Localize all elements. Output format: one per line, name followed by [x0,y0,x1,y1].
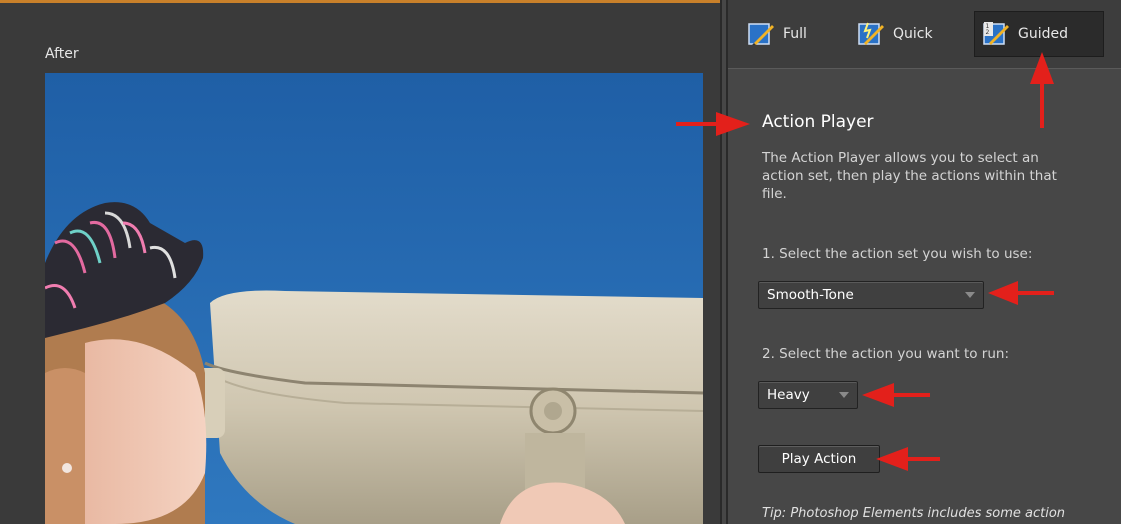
svg-text:2: 2 [986,29,990,36]
step2-label: 2. Select the action you want to run: [762,346,1010,362]
tab-full-label: Full [783,26,807,42]
tab-full[interactable]: Full [740,11,830,57]
action-value: Heavy [767,387,810,403]
action-set-value: Smooth-Tone [767,287,854,303]
chevron-down-icon [839,392,849,398]
play-action-button[interactable]: Play Action [758,445,880,473]
tab-guided-label: Guided [1018,26,1068,42]
full-edit-icon [748,21,774,47]
panel-description: The Action Player allows you to select a… [762,150,1057,202]
tab-guided[interactable]: 12 Guided [974,11,1104,57]
binocular-viewer [210,290,703,524]
tab-quick-label: Quick [893,26,933,42]
panel-title: Action Player [762,112,874,132]
step1-label: 1. Select the action set you wish to use… [762,246,1033,262]
panel-divider[interactable] [720,0,728,524]
guided-edit-icon: 12 [983,21,1009,47]
right-panel: Full Quick 12 Guided Action Player The A… [728,0,1121,524]
action-dropdown[interactable]: Heavy [758,381,858,409]
action-set-dropdown[interactable]: Smooth-Tone [758,281,984,309]
chevron-down-icon [965,292,975,298]
quick-edit-icon [858,21,884,47]
tab-quick[interactable]: Quick [850,11,950,57]
view-label-after: After [45,46,79,62]
edit-mode-tabbar: Full Quick 12 Guided [728,0,1121,69]
tip-text: Tip: Photoshop Elements includes some ac… [762,506,1066,521]
photo-image [45,73,703,524]
photo-preview [45,73,703,524]
